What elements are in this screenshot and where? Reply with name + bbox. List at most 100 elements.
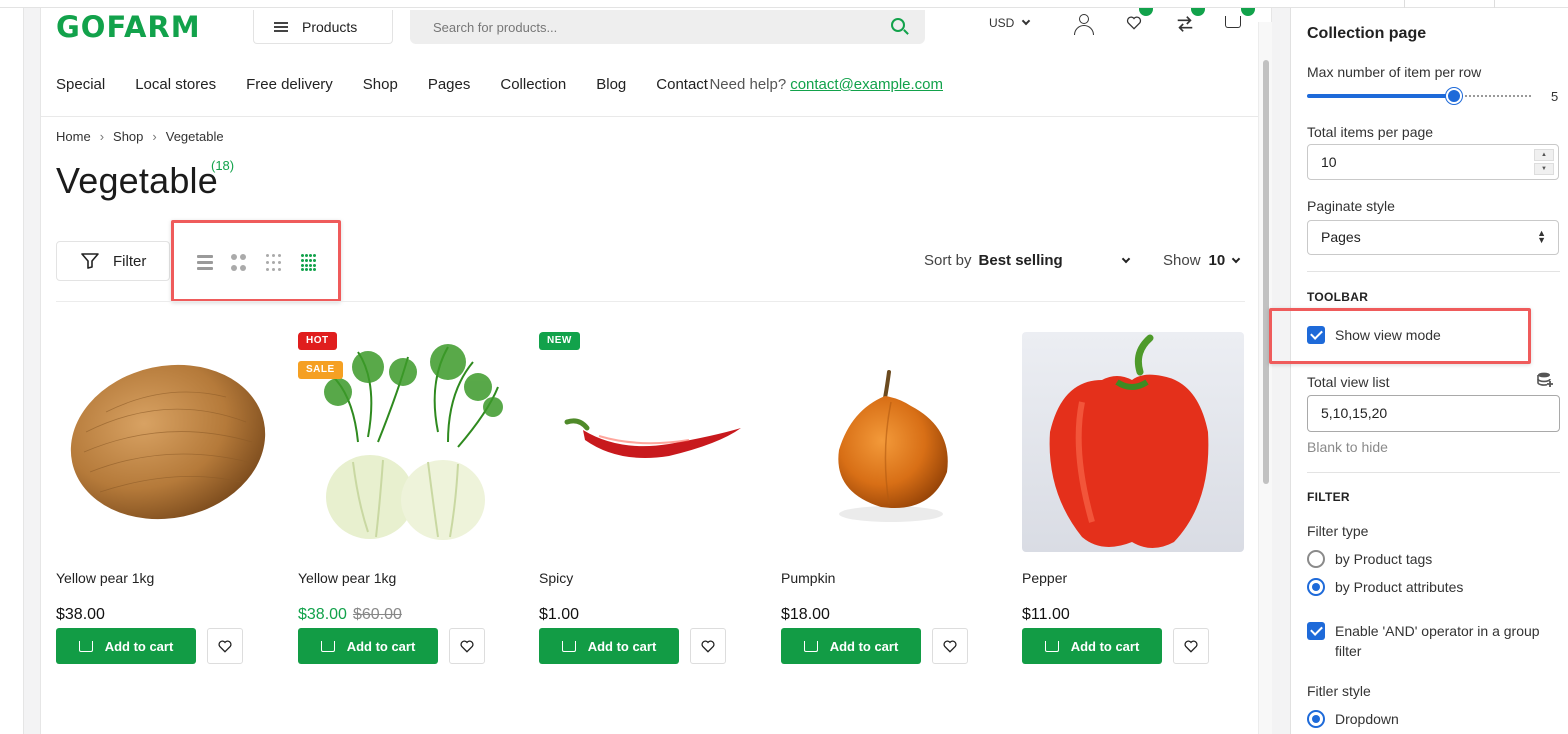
chevron-down-icon xyxy=(1121,254,1130,264)
filter-section-heading: FILTER xyxy=(1307,490,1350,504)
show-view-mode-checkbox[interactable] xyxy=(1307,326,1325,344)
product-price: $18.00 xyxy=(781,606,1003,626)
add-to-wishlist-button[interactable] xyxy=(207,628,243,664)
original-price: $60.00 xyxy=(352,606,402,623)
product-card: Pumpkin $18.00 Add to cart xyxy=(781,332,1003,664)
heart-icon xyxy=(218,640,232,653)
page-title: Vegetable xyxy=(56,160,218,201)
currency-selector[interactable]: USD xyxy=(989,16,1031,30)
max-per-row-label: Max number of item per row xyxy=(1307,64,1482,80)
cart-icon xyxy=(1044,640,1059,652)
store-logo[interactable]: GOFARM xyxy=(56,12,201,42)
stepper-up-icon[interactable]: ▲ xyxy=(1534,149,1554,161)
price: $18.00 xyxy=(781,606,830,623)
panel-heading: Collection page xyxy=(1307,25,1427,42)
product-image-chili[interactable]: NEW xyxy=(539,332,761,552)
breadcrumb-home[interactable]: Home xyxy=(56,129,91,144)
add-to-cart-button[interactable]: Add to cart xyxy=(56,628,196,664)
nav-item-collection[interactable]: Collection xyxy=(500,75,566,95)
search-icon[interactable] xyxy=(891,18,905,32)
product-name[interactable]: Spicy xyxy=(539,570,761,588)
divider xyxy=(1307,472,1560,473)
show-count-dropdown[interactable]: Show 10 xyxy=(1163,252,1241,269)
product-name[interactable]: Pumpkin xyxy=(781,570,1003,588)
paginate-style-value: Pages xyxy=(1321,229,1361,245)
filter-style-dropdown-label[interactable]: Dropdown xyxy=(1335,709,1399,729)
grid-2-icon[interactable] xyxy=(231,254,249,272)
max-per-row-slider-track[interactable] xyxy=(1453,95,1531,97)
nav-item-special[interactable]: Special xyxy=(56,75,105,95)
add-to-cart-button[interactable]: Add to cart xyxy=(539,628,679,664)
product-name[interactable]: Pepper xyxy=(1022,570,1244,588)
account-icon[interactable] xyxy=(1073,14,1095,36)
filter-style-dropdown-radio[interactable] xyxy=(1307,710,1325,728)
nav-item-free-delivery[interactable]: Free delivery xyxy=(246,75,333,95)
filter-type-label: Filter type xyxy=(1307,523,1369,539)
grid-3-icon[interactable] xyxy=(266,254,284,272)
filter-type-tags-radio[interactable] xyxy=(1307,550,1325,568)
filter-type-attributes-label[interactable]: by Product attributes xyxy=(1335,577,1463,597)
compare-count-badge xyxy=(1191,8,1205,16)
add-to-cart-label: Add to cart xyxy=(104,638,174,654)
add-to-wishlist-button[interactable] xyxy=(1173,628,1209,664)
product-name[interactable]: Yellow pear 1kg xyxy=(56,570,278,588)
paginate-style-label: Paginate style xyxy=(1307,198,1395,214)
product-image-fennel[interactable]: HOT SALE xyxy=(298,332,520,552)
nav-item-contact[interactable]: Contact xyxy=(656,75,708,95)
filter-button[interactable]: Filter xyxy=(56,241,170,281)
compare-icon[interactable] xyxy=(1175,8,1205,36)
search-input[interactable]: Search for products... xyxy=(410,10,925,44)
dynamic-source-icon[interactable] xyxy=(1537,372,1553,388)
stepper-down-icon[interactable]: ▼ xyxy=(1534,163,1554,175)
add-to-wishlist-button[interactable] xyxy=(690,628,726,664)
max-per-row-slider-handle[interactable] xyxy=(1446,88,1462,104)
sale-badge: SALE xyxy=(298,361,343,379)
number-stepper[interactable]: ▲ ▼ xyxy=(1534,149,1554,175)
breadcrumb-shop[interactable]: Shop xyxy=(113,129,143,144)
add-to-wishlist-button[interactable] xyxy=(449,628,485,664)
add-to-wishlist-button[interactable] xyxy=(932,628,968,664)
help-email-link[interactable]: contact@example.com xyxy=(790,76,943,93)
paginate-style-select[interactable]: Pages ▲ ▼ xyxy=(1307,220,1559,255)
wishlist-icon[interactable] xyxy=(1123,8,1153,36)
cart-icon xyxy=(78,640,93,652)
price: $38.00 xyxy=(56,606,105,623)
divider xyxy=(56,301,1245,302)
product-image-coconut[interactable] xyxy=(56,332,278,552)
view-list-input[interactable]: 5,10,15,20 xyxy=(1307,395,1560,432)
show-view-mode-label[interactable]: Show view mode xyxy=(1335,325,1441,345)
settings-panel: Collection page Max number of item per r… xyxy=(1269,8,1568,734)
product-image-pepper[interactable] xyxy=(1022,332,1244,552)
sort-dropdown[interactable]: Sort by Best selling xyxy=(924,252,1130,269)
product-image-pumpkin[interactable] xyxy=(781,332,1003,552)
nav-item-blog[interactable]: Blog xyxy=(596,75,626,95)
product-card: NEW Spicy $1.00 Add to cart xyxy=(539,332,761,664)
product-card: Yellow pear 1kg $38.00 Add to cart xyxy=(56,332,278,664)
and-operator-label[interactable]: Enable 'AND' operator in a group filter xyxy=(1335,621,1557,661)
preview-scrollbar-thumb[interactable] xyxy=(1263,60,1269,484)
filter-type-attributes-radio[interactable] xyxy=(1307,578,1325,596)
products-menu-button[interactable]: Products xyxy=(253,10,393,44)
nav-item-shop[interactable]: Shop xyxy=(363,75,398,95)
list-view-icon[interactable] xyxy=(196,253,214,271)
cart-icon[interactable] xyxy=(1225,8,1255,36)
nav-item-pages[interactable]: Pages xyxy=(428,75,471,95)
price: $11.00 xyxy=(1022,606,1070,623)
heart-icon xyxy=(701,640,715,653)
nav-item-local-stores[interactable]: Local stores xyxy=(135,75,216,95)
grid-4-icon[interactable] xyxy=(301,254,319,272)
max-per-row-value: 5 xyxy=(1551,89,1559,104)
add-to-cart-button[interactable]: Add to cart xyxy=(298,628,438,664)
items-per-page-value: 10 xyxy=(1321,154,1337,170)
and-operator-checkbox[interactable] xyxy=(1307,622,1325,640)
filter-type-tags-label[interactable]: by Product tags xyxy=(1335,549,1432,569)
product-name[interactable]: Yellow pear 1kg xyxy=(298,570,520,588)
add-to-cart-button[interactable]: Add to cart xyxy=(781,628,921,664)
product-price: $38.00 $60.00 xyxy=(298,606,520,626)
breadcrumb-current: Vegetable xyxy=(165,129,224,144)
product-count: (18) xyxy=(211,158,235,173)
filter-icon xyxy=(81,253,99,269)
add-to-cart-button[interactable]: Add to cart xyxy=(1022,628,1162,664)
items-per-page-input[interactable]: 10 ▲ ▼ xyxy=(1307,144,1559,180)
product-price: $1.00 xyxy=(539,606,761,626)
